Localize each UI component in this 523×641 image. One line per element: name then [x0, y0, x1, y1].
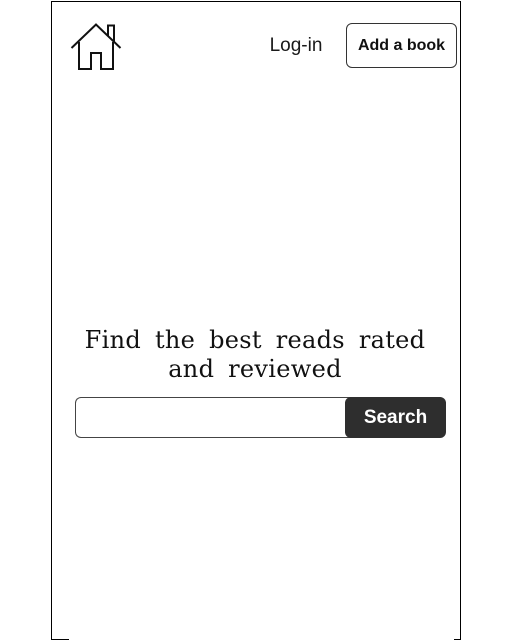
add-book-button[interactable]: Add a book	[346, 23, 457, 68]
search-input[interactable]	[75, 397, 357, 438]
search-button[interactable]: Search	[345, 397, 446, 438]
login-link[interactable]: Log-in	[262, 32, 330, 60]
hero-tagline: Find the best reads rated and reviewed	[84, 326, 426, 383]
home-icon[interactable]	[70, 23, 122, 71]
frame-edge	[454, 639, 461, 640]
search-bar: Search	[75, 397, 446, 438]
page-frame	[51, 1, 461, 639]
frame-edge	[51, 639, 69, 640]
